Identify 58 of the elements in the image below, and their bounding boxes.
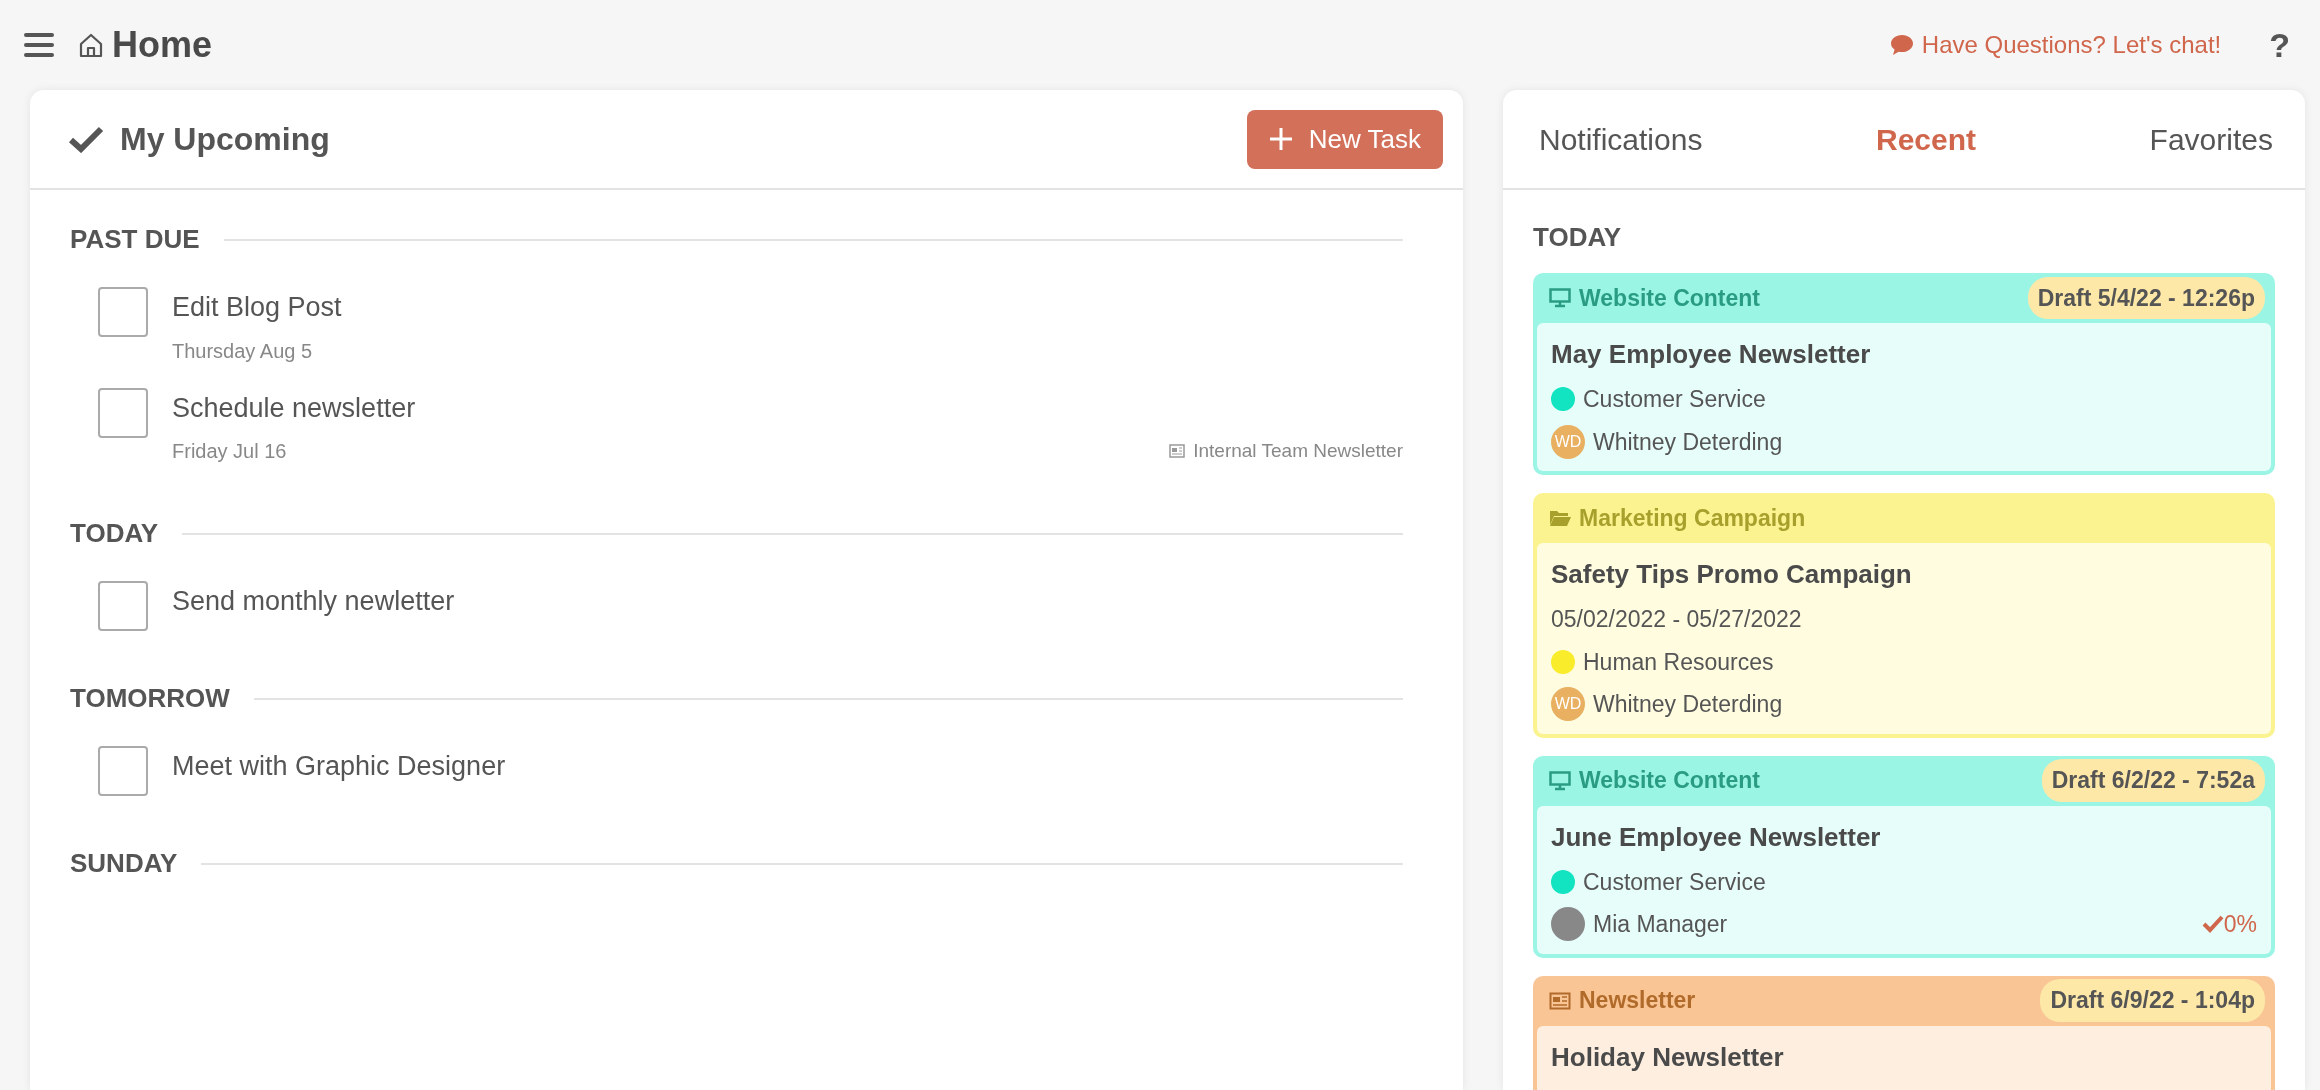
content-type: Newsletter	[1579, 986, 1696, 1016]
checkmark-icon	[2201, 915, 2224, 934]
content-type: Website Content	[1579, 766, 1761, 796]
section-heading: TODAY	[70, 517, 159, 550]
monitor-icon	[1549, 288, 1571, 308]
avatar	[1551, 907, 1585, 942]
avatar: WD	[1551, 687, 1585, 722]
folder-icon	[1549, 509, 1571, 527]
section-heading: TOMORROW	[70, 682, 230, 715]
card-title[interactable]: June Employee Newsletter	[1551, 817, 2257, 857]
tab[interactable]: Recent	[1870, 115, 1983, 163]
avatar: WD	[1551, 424, 1585, 459]
task-date: Thursday Aug 5	[172, 338, 313, 364]
owner-name: Whitney Deterding	[1593, 690, 1783, 719]
task-title[interactable]: Edit Blog Post	[172, 287, 1403, 328]
home-icon[interactable]	[78, 32, 104, 58]
tab[interactable]: Notifications	[1533, 115, 1709, 163]
status-badge: Draft 6/9/22 - 1:04p	[2040, 979, 2265, 1022]
task-checkbox[interactable]	[98, 746, 148, 796]
activity-card[interactable]: Newsletter Draft 6/9/22 - 1:04p Holiday Newsletter	[1533, 975, 2275, 1090]
team-name: Human Resources	[1583, 647, 1774, 677]
task-date: Friday Jul 16	[172, 439, 287, 464]
monitor-icon	[1549, 770, 1571, 791]
task-checkbox[interactable]	[98, 287, 148, 337]
newspaper-icon	[1169, 444, 1186, 458]
status-badge: Draft 5/4/22 - 12:26p	[2027, 276, 2265, 320]
menu-icon[interactable]	[24, 33, 54, 57]
plus-icon	[1268, 127, 1293, 151]
task-title[interactable]: Schedule newsletter	[172, 387, 1403, 428]
checkmark-icon	[68, 125, 104, 153]
content-type: Marketing Campaign	[1579, 503, 1806, 533]
newspaper-icon	[1549, 991, 1571, 1010]
project-link[interactable]: Internal Team Newsletter	[1193, 436, 1403, 466]
tab[interactable]: Favorites	[2143, 115, 2279, 163]
section-heading: SUNDAY	[70, 847, 178, 880]
team-name: Customer Service	[1583, 867, 1766, 897]
status-badge: Draft 6/2/22 - 7:52a	[2041, 759, 2265, 802]
progress-label: 0%	[2201, 907, 2257, 942]
task-title[interactable]: Send monthly newletter	[172, 581, 1403, 622]
card-title[interactable]: May Employee Newsletter	[1551, 335, 2257, 374]
help-button[interactable]: ?	[2269, 19, 2290, 71]
activity-card[interactable]: Marketing Campaign Safety Tips Promo Campaign 05/02/2022 - 05/27/2022 Human Resources WD Whitney Deterding	[1533, 493, 2275, 738]
owner-name: Mia Manager	[1593, 910, 1728, 939]
activity-card[interactable]: Website Content Draft 5/4/22 - 12:26p May Employee Newsletter Customer Service WD Whitney Deterding	[1533, 273, 2275, 475]
task-checkbox[interactable]	[98, 581, 148, 631]
chat-bubble-icon	[1889, 34, 1914, 56]
section-heading: PAST DUE	[70, 223, 200, 256]
task-title[interactable]: Meet with Graphic Designer	[172, 746, 1403, 787]
content-type: Website Content	[1579, 283, 1761, 313]
task-checkbox[interactable]	[98, 387, 148, 438]
panel-title: My Upcoming	[120, 120, 330, 159]
group-heading: TODAY	[1533, 221, 1623, 254]
activity-card[interactable]: Website Content Draft 6/2/22 - 7:52a June Employee Newsletter Customer Service Mia Manager 0%	[1533, 755, 2275, 958]
owner-name: Whitney Deterding	[1593, 427, 1783, 457]
card-title[interactable]: Safety Tips Promo Campaign	[1551, 555, 2257, 594]
team-name: Customer Service	[1583, 385, 1766, 414]
page-title: Home	[112, 23, 213, 67]
date-range: 05/02/2022 - 05/27/2022	[1551, 605, 1803, 634]
